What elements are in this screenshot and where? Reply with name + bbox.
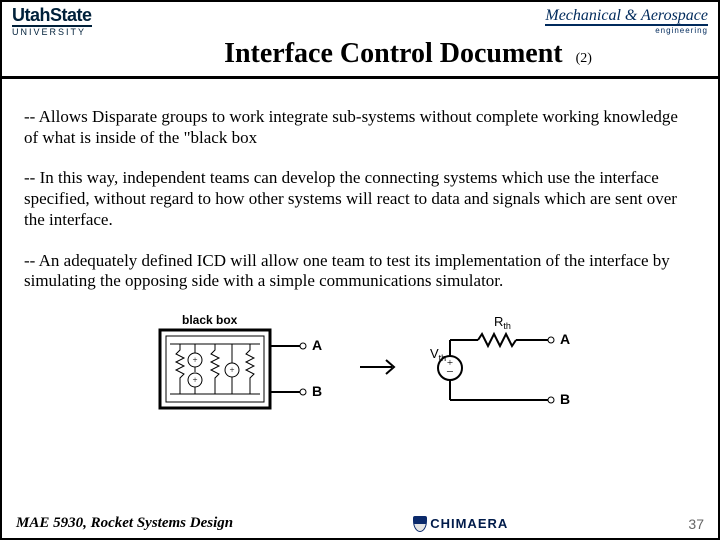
bullet-1: -- Allows Disparate groups to work integ…: [24, 107, 696, 148]
usu-logo-top: UtahState: [12, 6, 92, 24]
thevenin-circuit-icon: Rth A + − Vth B: [430, 312, 580, 422]
slide-title-index: (2): [576, 51, 592, 66]
slide-footer: MAE 5930, Rocket Systems Design CHIMAERA…: [2, 515, 718, 532]
circuit-diagram: black box + + +: [24, 312, 696, 422]
shield-icon: [413, 516, 427, 532]
arrow-icon: [358, 355, 402, 379]
dept-logo: Mechanical & Aerospace engineering: [545, 6, 708, 35]
rth-label: Rth: [494, 314, 511, 331]
title-bar: Interface Control Document (2): [2, 38, 718, 79]
usu-logo-bottom: UNIVERSITY: [12, 25, 92, 37]
bullet-2: -- In this way, independent teams can de…: [24, 168, 696, 230]
svg-text:−: −: [446, 364, 453, 379]
terminal-a-label: A: [312, 337, 322, 353]
svg-text:+: +: [192, 375, 197, 385]
chimaera-logo: CHIMAERA: [413, 516, 508, 532]
usu-logo: UtahState UNIVERSITY: [12, 6, 92, 37]
blackbox-label: black box: [182, 313, 238, 327]
page-number: 37: [688, 516, 704, 532]
svg-text:+: +: [192, 355, 197, 365]
chimaera-text: CHIMAERA: [430, 516, 508, 531]
dept-logo-top: Mechanical & Aerospace: [545, 8, 708, 26]
dept-logo-bottom: engineering: [545, 26, 708, 35]
vth-label: Vth: [430, 346, 446, 363]
terminal-b-label: B: [312, 383, 322, 399]
terminal-b2-label: B: [560, 391, 570, 407]
terminal-a2-label: A: [560, 331, 570, 347]
course-label: MAE 5930, Rocket Systems Design: [16, 515, 233, 532]
slide-body: -- Allows Disparate groups to work integ…: [2, 79, 718, 422]
blackbox-circuit-icon: black box + + +: [140, 312, 330, 422]
bullet-3: -- An adequately defined ICD will allow …: [24, 251, 696, 292]
slide-title: Interface Control Document: [224, 38, 563, 69]
svg-text:+: +: [229, 365, 234, 375]
